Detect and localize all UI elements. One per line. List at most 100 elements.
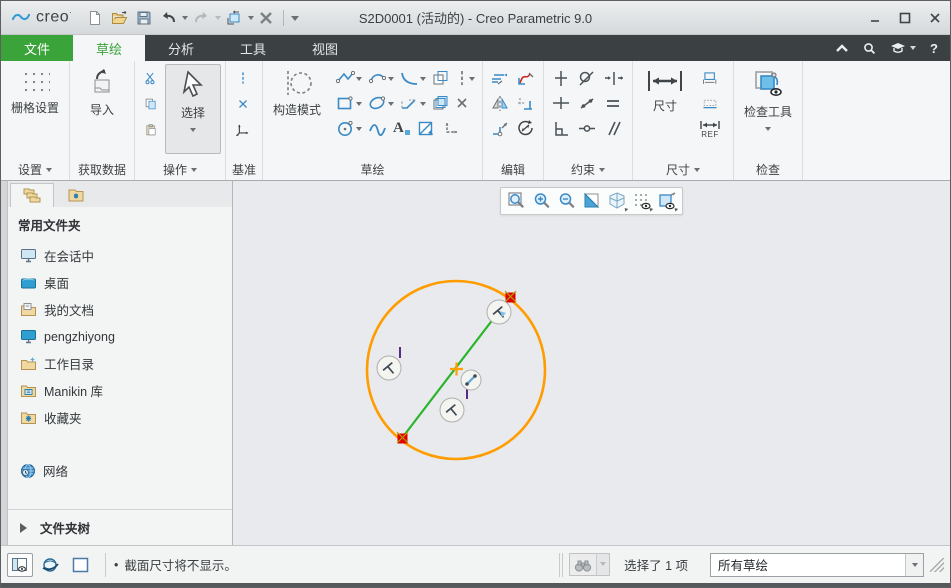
centerline-datum-icon[interactable] bbox=[233, 68, 253, 88]
copy-icon[interactable] bbox=[141, 94, 161, 114]
collapse-ribbon-icon[interactable] bbox=[835, 43, 849, 53]
paste-icon[interactable] bbox=[141, 120, 161, 140]
folder-tree-expander[interactable]: 文件夹树 bbox=[8, 509, 232, 545]
baseline-dimension-icon[interactable] bbox=[699, 94, 721, 114]
sidebar-item-network[interactable]: 网络 bbox=[18, 457, 222, 484]
tab-analysis[interactable]: 分析 bbox=[145, 35, 217, 61]
sidebar-item-computer[interactable]: pengzhiyong bbox=[18, 323, 222, 350]
regenerate-menu-arrow[interactable] bbox=[248, 16, 255, 23]
open-file-button[interactable] bbox=[108, 6, 131, 30]
resize-grip[interactable] bbox=[930, 557, 944, 572]
customize-qat-arrow[interactable] bbox=[291, 15, 300, 24]
offset-tool-button[interactable] bbox=[429, 68, 453, 88]
find-menu-arrow[interactable] bbox=[596, 554, 610, 575]
text-tool-button[interactable]: A bbox=[390, 118, 414, 138]
regenerate-button[interactable] bbox=[223, 6, 246, 30]
select-button[interactable]: 选择 bbox=[165, 64, 222, 154]
circle-tool-button[interactable] bbox=[333, 118, 365, 138]
command-search-icon[interactable] bbox=[863, 42, 876, 55]
chamfer-tool-button[interactable] bbox=[397, 93, 429, 113]
divide-button[interactable] bbox=[487, 118, 513, 138]
tab-view[interactable]: 视图 bbox=[289, 35, 361, 61]
inspect-tools-button[interactable]: 检查工具 bbox=[738, 64, 798, 136]
group-label-operations[interactable]: 操作 bbox=[135, 158, 225, 180]
coincident-constraint-button[interactable] bbox=[574, 93, 600, 113]
undo-button[interactable] bbox=[157, 6, 180, 30]
mirror-button[interactable] bbox=[487, 93, 513, 113]
favorites-tab[interactable] bbox=[54, 183, 98, 207]
navigator-toggle-button[interactable] bbox=[7, 552, 33, 577]
tangent-constraint-button[interactable] bbox=[574, 68, 600, 88]
vertex-top-right[interactable] bbox=[504, 290, 517, 303]
find-button[interactable] bbox=[569, 553, 611, 576]
vertex-bottom-left[interactable] bbox=[396, 431, 409, 444]
parallel-constraint-button[interactable] bbox=[600, 118, 626, 138]
dimension-button[interactable]: 尺寸 bbox=[637, 64, 693, 116]
tangent-constraint-badge-bottom[interactable] bbox=[439, 397, 465, 423]
undo-icon bbox=[163, 12, 176, 23]
tangent-constraint-badge-top[interactable] bbox=[486, 299, 512, 325]
rectangle-tool-button[interactable] bbox=[333, 93, 365, 113]
sidebar-item-in-session[interactable]: 在会话中 bbox=[18, 242, 222, 269]
group-label-constrain[interactable]: 约束 bbox=[544, 158, 632, 180]
symmetric-constraint-button[interactable] bbox=[574, 118, 600, 138]
construction-mode-button[interactable]: 构造模式 bbox=[267, 64, 327, 120]
import-button[interactable]: 导入 bbox=[74, 64, 130, 120]
arc-tool-button[interactable] bbox=[365, 68, 397, 88]
minimize-button[interactable] bbox=[860, 5, 890, 31]
horizontal-constraint-button[interactable] bbox=[548, 93, 574, 113]
maximize-button[interactable] bbox=[890, 5, 920, 31]
sketch-csys-button[interactable] bbox=[439, 118, 465, 138]
sidebar-item-manikin-library[interactable]: Manikin 库 bbox=[18, 377, 222, 404]
grid-settings-button[interactable]: 栅格设置 bbox=[5, 64, 65, 118]
redo-menu-arrow[interactable] bbox=[215, 16, 222, 23]
sidebar-item-working-directory[interactable]: 工作目录 bbox=[18, 350, 222, 377]
equal-constraint-button[interactable] bbox=[600, 93, 626, 113]
group-label-dimension[interactable]: 尺寸 bbox=[633, 158, 733, 180]
group-label-settings[interactable]: 设置 bbox=[1, 158, 69, 180]
folder-browser-tab[interactable] bbox=[10, 183, 54, 207]
coordinate-system-icon[interactable] bbox=[232, 120, 254, 140]
redo-button[interactable] bbox=[190, 6, 213, 30]
cut-icon[interactable] bbox=[141, 68, 161, 88]
rotate-resize-button[interactable] bbox=[513, 118, 539, 138]
midpoint-constraint-badge[interactable] bbox=[460, 369, 482, 391]
vertical-constraint-button[interactable] bbox=[548, 68, 574, 88]
reference-dimension-button[interactable]: REF bbox=[695, 120, 725, 139]
close-button[interactable] bbox=[920, 5, 950, 31]
point-tool-button[interactable] bbox=[453, 93, 471, 113]
spline-tool-button[interactable] bbox=[365, 118, 390, 138]
centerline-tool-button[interactable] bbox=[453, 68, 478, 88]
modify-button[interactable] bbox=[487, 68, 513, 88]
tab-sketch[interactable]: 草绘 bbox=[73, 35, 145, 61]
sketch-geometry[interactable] bbox=[233, 181, 951, 545]
help-icon[interactable]: ? bbox=[930, 41, 938, 56]
fillet-tool-button[interactable] bbox=[397, 68, 429, 88]
perpendicular-constraint-button[interactable] bbox=[548, 118, 574, 138]
selection-filter-combo[interactable]: 所有草绘 bbox=[710, 552, 924, 577]
tab-tools[interactable]: 工具 bbox=[217, 35, 289, 61]
new-file-button[interactable] bbox=[84, 6, 106, 30]
perimeter-dimension-icon[interactable] bbox=[699, 68, 721, 88]
graphics-area[interactable] bbox=[233, 181, 950, 545]
delete-segment-button[interactable] bbox=[513, 68, 539, 88]
web-browser-toggle-button[interactable] bbox=[37, 553, 63, 577]
save-button[interactable] bbox=[133, 6, 155, 30]
offset-thicken-button[interactable] bbox=[429, 93, 453, 113]
tangent-constraint-badge-left[interactable] bbox=[376, 355, 402, 381]
palette-tool-button[interactable] bbox=[414, 118, 439, 138]
sidebar-item-desktop[interactable]: 桌面 bbox=[18, 269, 222, 296]
line-tool-button[interactable] bbox=[333, 68, 365, 88]
close-window-button[interactable] bbox=[256, 6, 276, 30]
sidebar-item-favorites[interactable]: 收藏夹 bbox=[18, 404, 222, 431]
tab-file[interactable]: 文件 bbox=[1, 35, 73, 61]
point-datum-icon[interactable] bbox=[233, 94, 253, 114]
filter-dropdown-button[interactable] bbox=[905, 553, 923, 576]
midpoint-constraint-button[interactable] bbox=[600, 68, 628, 88]
learning-connector[interactable] bbox=[890, 42, 917, 54]
ellipse-tool-button[interactable] bbox=[365, 93, 397, 113]
corner-trim-button[interactable] bbox=[513, 93, 539, 113]
undo-menu-arrow[interactable] bbox=[182, 16, 189, 23]
sidebar-item-my-documents[interactable]: 我的文档 bbox=[18, 296, 222, 323]
full-screen-toggle-button[interactable] bbox=[67, 553, 93, 577]
